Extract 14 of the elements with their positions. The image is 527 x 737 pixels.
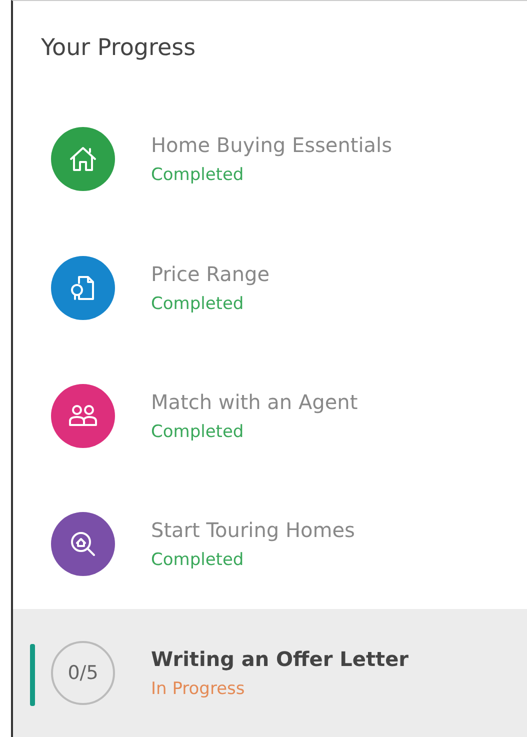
step-status: Completed bbox=[151, 550, 245, 570]
step-counter: 0/5 bbox=[51, 640, 115, 705]
step-status: Completed bbox=[151, 294, 245, 314]
step-name: Price Range bbox=[151, 262, 270, 286]
progress-step[interactable]: 0/5 Writing an Offer Letter In Progress bbox=[13, 608, 527, 737]
step-name: Start Touring Homes bbox=[151, 518, 355, 542]
step-name: Writing an Offer Letter bbox=[151, 646, 409, 671]
step-status: Completed bbox=[151, 165, 245, 186]
step-name: Home Buying Essentials bbox=[151, 133, 392, 158]
active-indicator bbox=[30, 644, 35, 706]
step-name: Match with an Agent bbox=[151, 390, 358, 414]
card-title: Your Progress bbox=[40, 34, 197, 63]
step-status: In Progress bbox=[151, 678, 246, 699]
step-status: Completed bbox=[151, 422, 245, 442]
